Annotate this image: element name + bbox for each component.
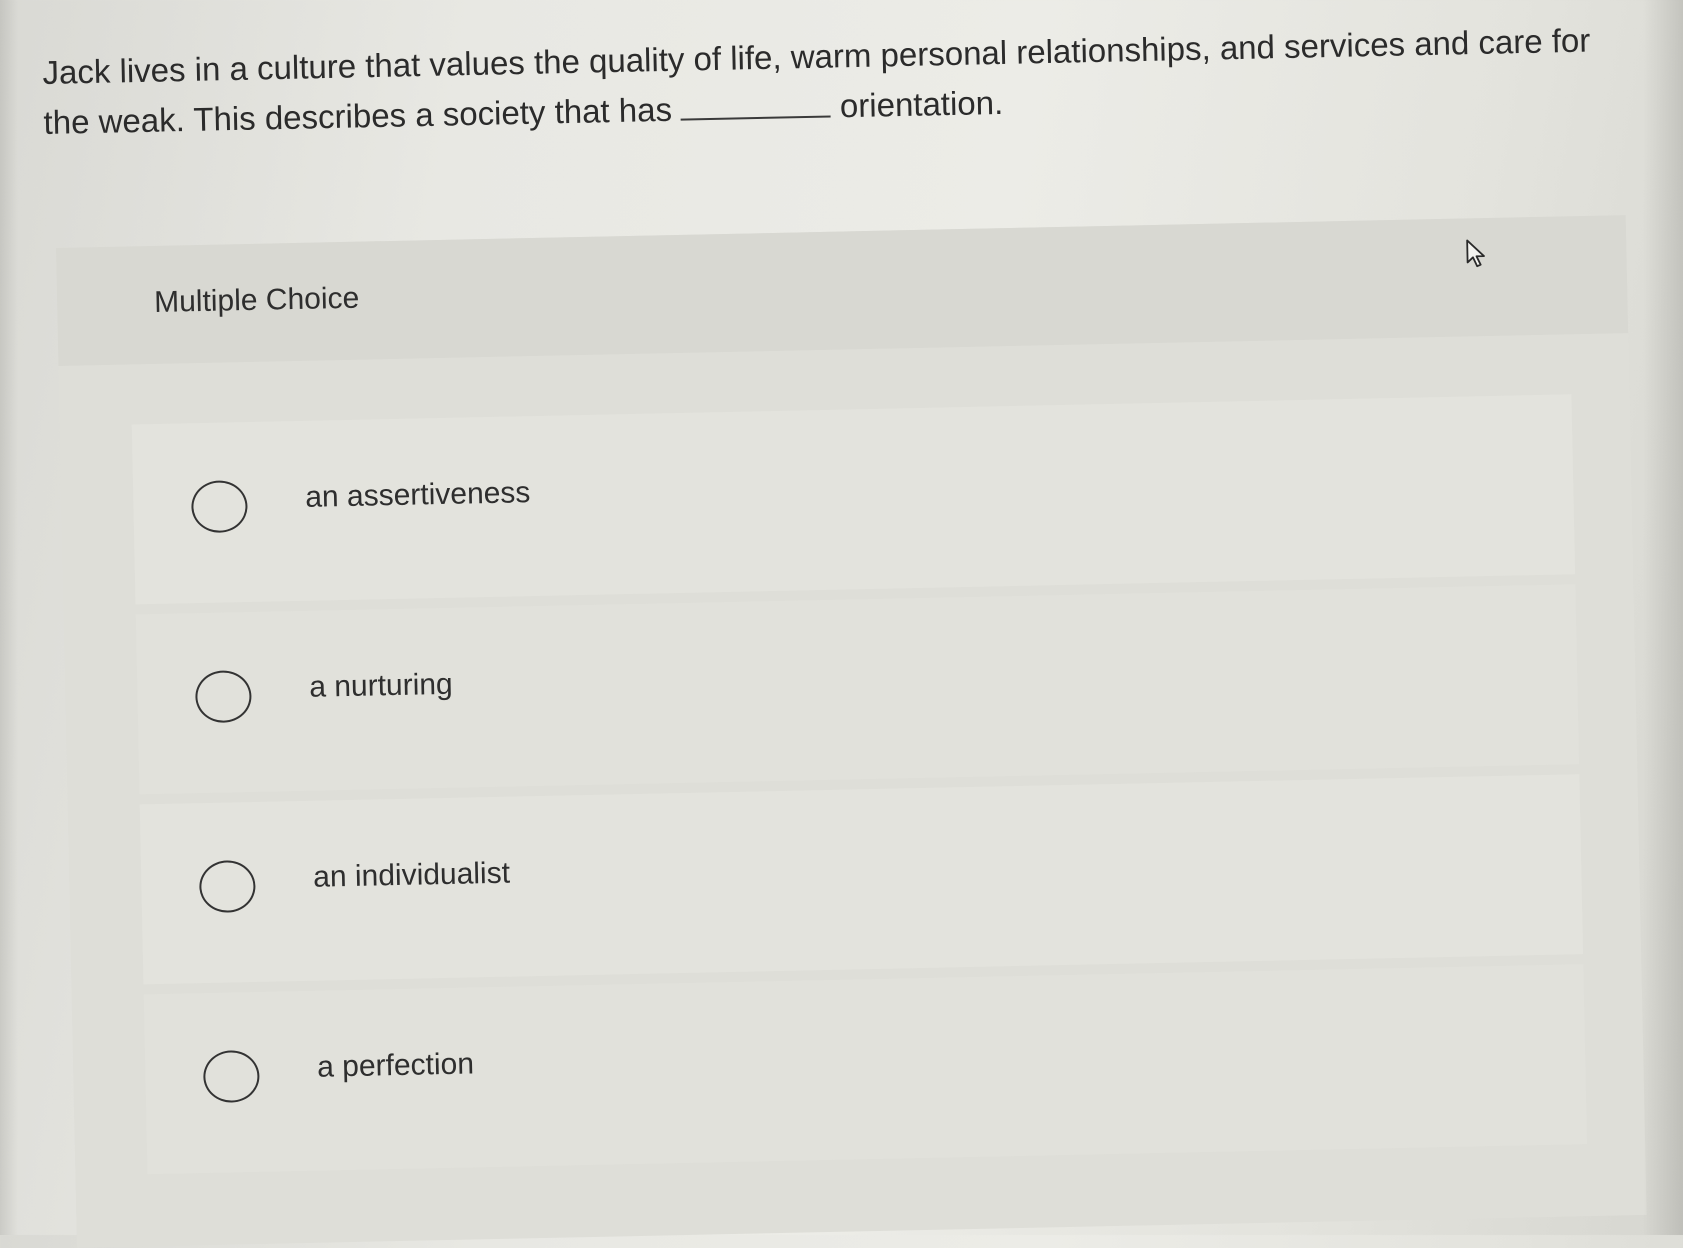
radio-button[interactable]	[194, 670, 252, 724]
option-item[interactable]: an individualist	[139, 774, 1584, 985]
option-item[interactable]: an assertiveness	[131, 394, 1576, 605]
question-type-title: Multiple Choice	[153, 281, 360, 319]
question-text-before-blank: Jack lives in a culture that values the …	[42, 21, 1591, 141]
option-label: an individualist	[312, 856, 511, 894]
screen-edge-shadow-right	[1643, 0, 1683, 1235]
radio-button[interactable]	[190, 480, 248, 534]
answer-panel: Multiple Choice an assertiveness a nurtu…	[56, 215, 1647, 1248]
fill-in-blank	[679, 85, 831, 121]
panel-header: Multiple Choice	[56, 215, 1629, 366]
radio-button[interactable]	[202, 1049, 260, 1104]
screen-edge-shadow-left	[0, 0, 18, 1235]
radio-button[interactable]	[198, 859, 256, 914]
mouse-pointer-icon	[1466, 239, 1485, 268]
option-label: an assertiveness	[304, 476, 531, 514]
options-list: an assertiveness a nurturing an individu…	[131, 394, 1588, 1184]
option-item[interactable]: a perfection	[143, 964, 1588, 1175]
question-text-after-blank: orientation.	[839, 83, 1004, 125]
question-stem: Jack lives in a culture that values the …	[42, 14, 1644, 147]
option-item[interactable]: a nurturing	[135, 584, 1580, 795]
option-label: a nurturing	[308, 667, 454, 704]
option-label: a perfection	[316, 1047, 475, 1084]
